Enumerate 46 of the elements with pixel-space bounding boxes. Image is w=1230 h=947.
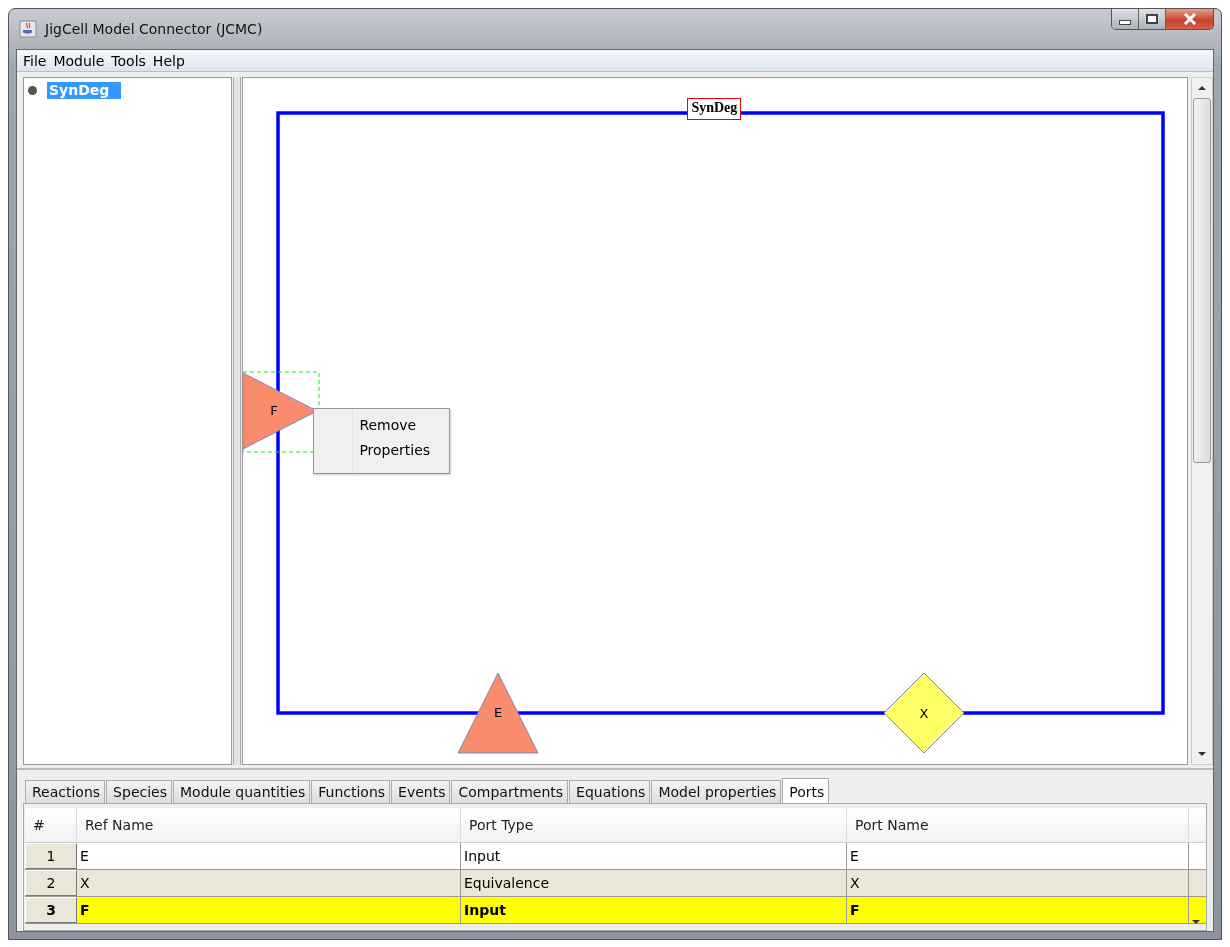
tab[interactable]: Events <box>391 780 451 803</box>
splitter-handle[interactable] <box>233 77 242 765</box>
module-title: SynDeg <box>687 98 742 120</box>
table-cell: Input <box>461 897 847 923</box>
table-cell: F <box>77 897 461 923</box>
menu-item[interactable]: File <box>23 52 47 69</box>
context-menu-item[interactable]: Properties <box>359 442 431 458</box>
context-menu-item[interactable]: Remove <box>359 417 431 433</box>
table-cell: X <box>77 870 461 896</box>
coffee-cup-icon <box>19 20 37 38</box>
table-cell: X <box>847 870 1189 896</box>
tab[interactable]: Equations <box>569 780 651 803</box>
menu-item[interactable]: Module <box>53 52 105 69</box>
maximize-button[interactable] <box>1139 9 1166 29</box>
vertical-scrollbar[interactable] <box>1191 77 1213 765</box>
scroll-down-arrow-icon[interactable] <box>1192 920 1200 924</box>
maximize-icon <box>1146 14 1158 24</box>
row-header: 2 <box>25 870 77 896</box>
column-header[interactable]: # <box>25 808 77 842</box>
tree-node-icon <box>28 86 37 95</box>
tab[interactable]: Module quantities <box>173 780 311 803</box>
tab[interactable]: Model properties <box>651 780 782 803</box>
tab[interactable]: Species <box>106 780 172 803</box>
close-button[interactable] <box>1166 9 1213 29</box>
tab[interactable]: Compartments <box>451 780 569 803</box>
tab[interactable]: Functions <box>311 780 391 803</box>
column-header[interactable]: Port Name <box>847 808 1189 842</box>
close-icon <box>1182 13 1197 25</box>
window-title: JigCell Model Connector (JCMC) <box>45 21 263 37</box>
tab[interactable]: Reactions <box>25 780 106 803</box>
column-header[interactable]: Port Type <box>461 808 847 842</box>
column-header[interactable]: Ref Name <box>77 808 461 842</box>
input-port-node[interactable]: E <box>457 672 539 754</box>
minimize-icon <box>1119 19 1131 25</box>
menu-item[interactable]: Tools <box>111 52 146 69</box>
equivalence-port-node[interactable]: X <box>883 672 965 754</box>
menu-item[interactable]: Help <box>152 52 185 69</box>
table-cell: Input <box>461 843 847 869</box>
row-header: 3 <box>25 897 77 923</box>
table-cell: E <box>77 843 461 869</box>
table-cell: E <box>847 843 1189 869</box>
tab[interactable]: Ports <box>782 778 830 803</box>
row-header: 1 <box>25 843 77 869</box>
minimize-button[interactable] <box>1112 9 1139 29</box>
table-cell: F <box>847 897 1189 923</box>
table-cell: Equivalence <box>461 870 847 896</box>
